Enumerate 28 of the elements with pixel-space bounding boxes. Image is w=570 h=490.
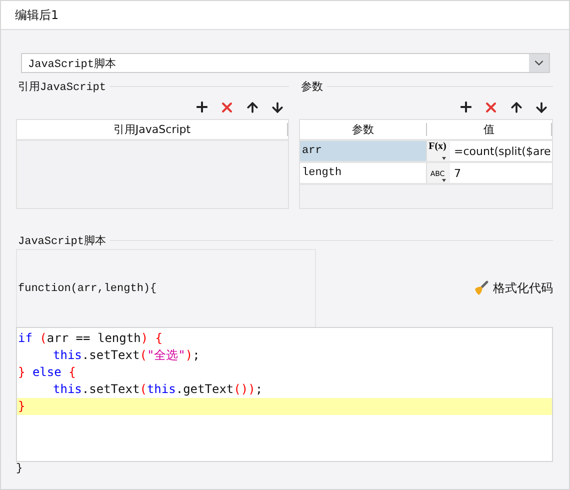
parameter-value-field[interactable]: 7 — [450, 163, 552, 183]
move-up-button[interactable] — [508, 99, 524, 115]
code-line: this.setText("全选"); — [52, 347, 201, 364]
parameter-value-field[interactable]: =count(split($are: — [450, 141, 552, 161]
chevron-down-icon — [529, 54, 549, 72]
broom-icon — [473, 280, 489, 296]
column-header: 参数 — [300, 123, 427, 136]
script-type-dropdown[interactable]: JavaScript脚本 — [21, 53, 550, 73]
add-button[interactable] — [458, 99, 474, 115]
code-editor[interactable]: if (arr == length) { this.setText("全选"); } else { this.setText(this.getText()); } — [16, 327, 553, 462]
section-title: 参数 — [300, 80, 323, 94]
code-line: if (arr == length) { — [17, 330, 164, 347]
code-line: this.setText(this.getText()); — [52, 381, 264, 398]
add-button[interactable] — [194, 99, 210, 115]
dropdown-value: JavaScript脚本 — [27, 57, 116, 70]
section-title: 引用JavaScript — [17, 80, 106, 94]
move-up-button[interactable] — [244, 99, 260, 115]
function-signature: function(arr,length){ — [17, 282, 157, 294]
parameter-name-cell[interactable]: arr — [300, 141, 426, 161]
window-title: 编辑后1 — [15, 6, 59, 24]
column-header: 引用JavaScript — [17, 123, 288, 136]
column-header: 值 — [427, 123, 552, 136]
format-code-button[interactable]: 格式化代码 — [473, 280, 553, 296]
parameter-name-cell[interactable]: length — [300, 163, 426, 183]
value-type-button[interactable]: F(x) — [426, 141, 448, 161]
closing-brace: } — [16, 463, 24, 475]
code-line: } else { — [17, 364, 77, 381]
section-title: JavaScript脚本 — [17, 234, 106, 248]
